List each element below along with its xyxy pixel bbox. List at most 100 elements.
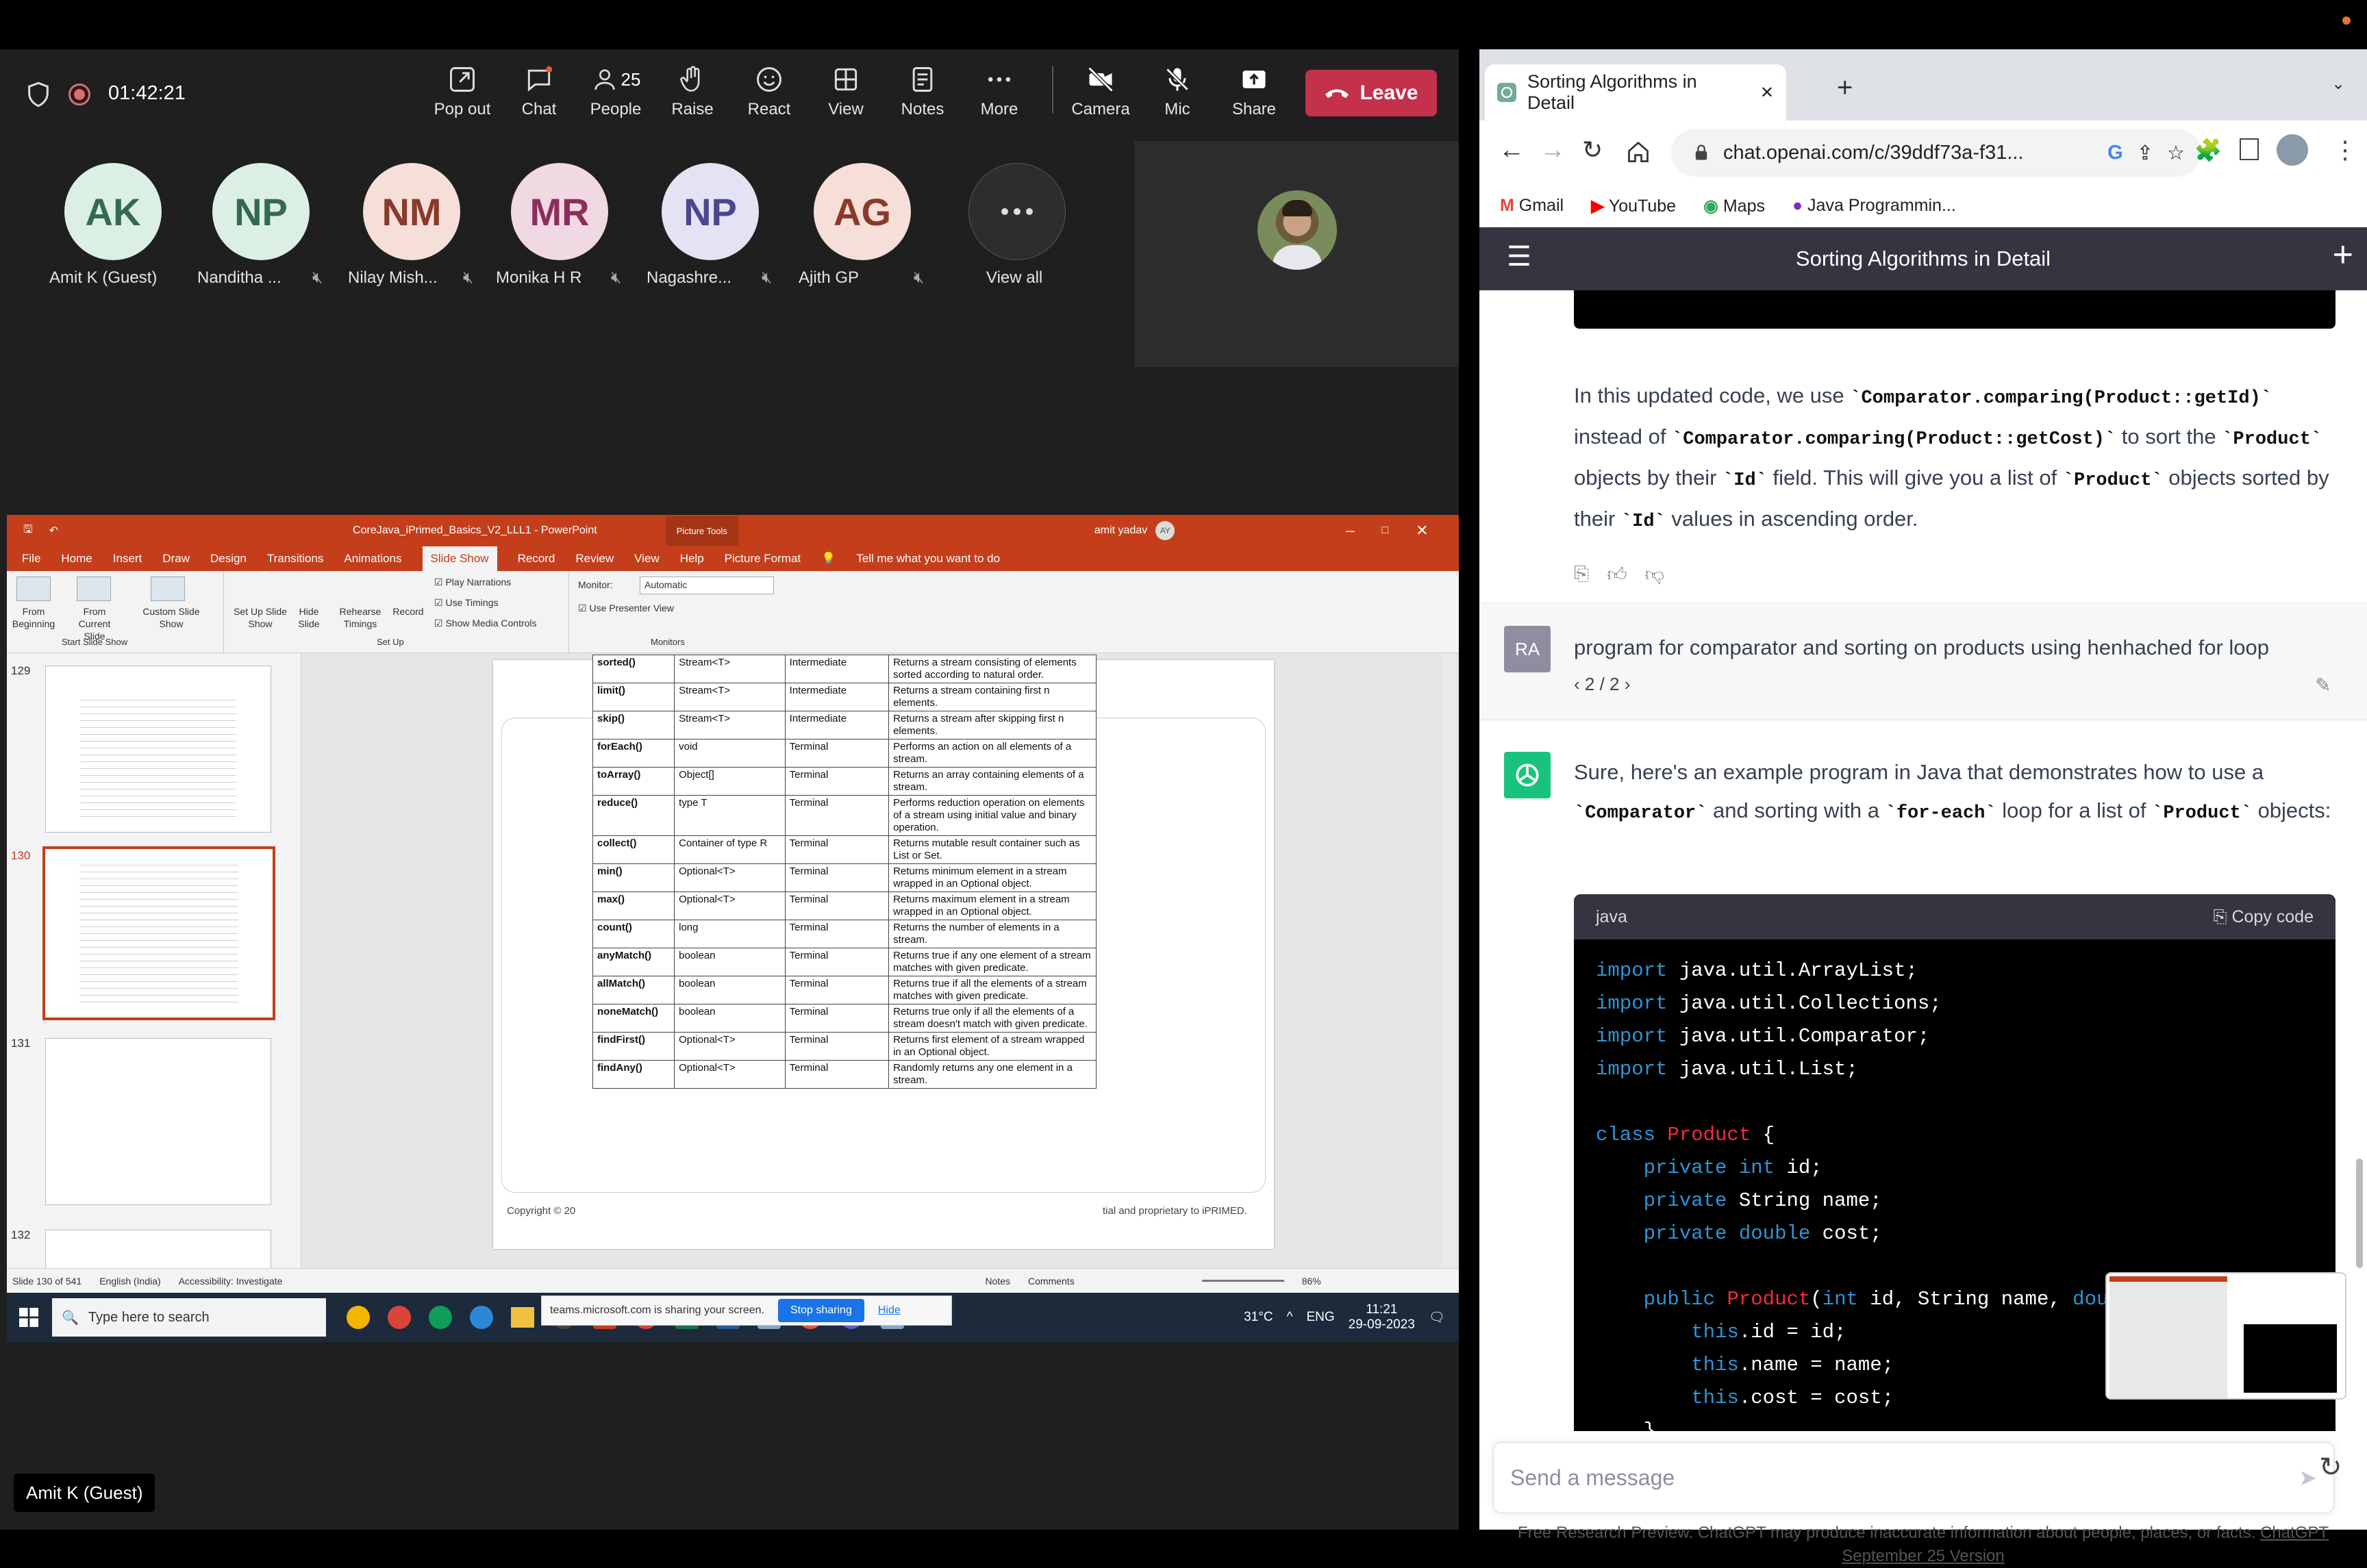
react-button[interactable]: React (731, 64, 807, 119)
ppt-tab[interactable]: File (22, 552, 40, 566)
copy-code-button[interactable]: ⎘ Copy code (2214, 907, 2314, 927)
chat-button[interactable]: Chat (501, 64, 577, 119)
minimize-icon[interactable]: – (1346, 522, 1354, 540)
bookmark-gmail[interactable]: M Gmail (1500, 196, 1564, 216)
ppt-tab[interactable]: Insert (113, 552, 142, 566)
bookmark-java[interactable]: ● Java Programmin... (1792, 196, 1956, 216)
popout-button[interactable]: Pop out (425, 64, 500, 119)
notifications-icon[interactable]: 🗨 (1429, 1309, 1445, 1326)
new-chat-icon[interactable]: + (2333, 237, 2353, 273)
chat-scrollbar[interactable] (2356, 1159, 2363, 1268)
new-tab-button[interactable]: + (1837, 74, 1853, 101)
notes-button[interactable]: Notes (885, 64, 960, 119)
ppt-tab[interactable]: Animations (344, 552, 401, 566)
presenter-view-checkbox[interactable]: ☑ Use Presenter View (578, 603, 674, 614)
send-icon[interactable]: ➤ (2299, 1465, 2317, 1491)
zoom-level[interactable]: 86% (1302, 1276, 1321, 1287)
chrome-icon[interactable] (429, 1306, 452, 1329)
chrome-menu-icon[interactable]: ⋮ (2333, 136, 2357, 164)
language-status[interactable]: English (India) (99, 1276, 161, 1287)
chrome-icon[interactable] (388, 1306, 411, 1329)
participant-avatar[interactable]: NP (662, 163, 759, 260)
tab-search-chevron-icon[interactable]: ⌄ (2331, 74, 2345, 94)
thumbs-down-icon[interactable]: 👎︎ (1645, 563, 1664, 586)
side-panel-icon[interactable] (2240, 138, 2259, 160)
save-icon[interactable]: 🖫 (23, 522, 33, 540)
view-all-button[interactable] (968, 163, 1066, 260)
home-icon[interactable] (1626, 140, 1651, 164)
from-beginning-button[interactable]: From Beginning (10, 605, 58, 630)
ppt-tab[interactable]: Help (680, 552, 704, 566)
stream-methods-table[interactable]: sorted() Stream<T> Intermediate Returns a s… (592, 655, 1097, 1089)
hide-slide-button[interactable]: Hide Slide (292, 605, 326, 630)
ppt-tab[interactable]: Design (210, 552, 247, 566)
google-lens-icon[interactable]: G (2107, 142, 2123, 164)
undo-icon[interactable]: ↶ (49, 524, 58, 538)
share-button[interactable]: Share (1216, 64, 1292, 119)
record-button[interactable]: Record (388, 605, 429, 618)
response-pager[interactable]: ‹ 2 / 2 › (1574, 674, 1630, 695)
monitor-select[interactable]: Automatic (640, 577, 774, 594)
participant-avatar[interactable]: MR (511, 163, 608, 260)
slide-thumbnail-selected[interactable] (42, 846, 275, 1020)
hide-share-bar-link[interactable]: Hide (878, 1304, 901, 1317)
taskbar-clock[interactable]: 11:21 29-09-2023 (1349, 1302, 1415, 1332)
more-button[interactable]: More (962, 64, 1037, 119)
raise-hand-button[interactable]: Raise (655, 64, 730, 119)
play-narrations-checkbox[interactable]: ☑ Play Narrations (434, 577, 511, 588)
participant-avatar[interactable]: AK (64, 163, 162, 260)
comments-toggle[interactable]: Comments (1028, 1276, 1075, 1287)
ppt-tab[interactable]: Home (61, 552, 92, 566)
reload-icon[interactable]: ↻ (1582, 136, 1603, 164)
copy-icon[interactable]: ⎘ (1574, 563, 1589, 586)
use-timings-checkbox[interactable]: ☑ Use Timings (434, 597, 498, 609)
ppt-tab[interactable]: Transitions (267, 552, 324, 566)
zoom-slider[interactable] (1201, 1280, 1284, 1282)
edge-icon[interactable] (470, 1306, 493, 1329)
bookmark-maps[interactable]: ◉ Maps (1703, 196, 1765, 216)
address-bar[interactable]: chat.openai.com/c/39ddf73a-f31... G ⇪ ☆ (1671, 129, 2201, 177)
vertical-scrollbar[interactable] (1442, 653, 1456, 1268)
media-controls-checkbox[interactable]: ☑ Show Media Controls (434, 618, 537, 629)
message-input[interactable]: Send a message ➤ (1493, 1442, 2334, 1513)
menu-hamburger-icon[interactable]: ☰ (1507, 241, 1531, 273)
mic-button[interactable]: Mic (1140, 64, 1215, 119)
edit-icon[interactable]: ✎ (2315, 674, 2331, 696)
ppt-tab[interactable]: View (634, 552, 660, 566)
thumbs-up-icon[interactable]: 👍︎ (1607, 563, 1627, 586)
ppt-tab[interactable]: Record (518, 552, 555, 566)
ppt-tab[interactable]: Draw (162, 552, 190, 566)
browser-tab-active[interactable]: Sorting Algorithms in Detail ✕ (1485, 64, 1786, 121)
share-page-icon[interactable]: ⇪ (2137, 141, 2153, 165)
file-explorer-icon[interactable] (511, 1307, 534, 1328)
slide-thumbnail[interactable] (45, 1038, 271, 1205)
slide-thumbnail[interactable] (45, 1230, 271, 1271)
ppt-tab-active[interactable]: Slide Show (422, 546, 497, 571)
leave-button[interactable]: Leave (1305, 70, 1437, 116)
participant-avatar[interactable]: NM (363, 163, 460, 260)
profile-avatar[interactable] (2277, 134, 2308, 166)
notes-toggle[interactable]: Notes (985, 1276, 1010, 1287)
tray-chevron-icon[interactable]: ^ (1287, 1310, 1293, 1325)
forward-icon[interactable]: → (1540, 136, 1566, 165)
camera-button[interactable]: Camera (1063, 64, 1138, 119)
people-button[interactable]: 25 People (578, 64, 653, 119)
window-preview-thumbnail[interactable] (2105, 1272, 2346, 1400)
close-tab-icon[interactable]: ✕ (1760, 83, 1774, 103)
accessibility-status[interactable]: Accessibility: Investigate (179, 1276, 283, 1287)
rehearse-timings-button[interactable]: Rehearse Timings (333, 605, 388, 630)
bookmark-star-icon[interactable]: ☆ (2167, 141, 2185, 165)
regenerate-icon[interactable]: ↻ (2319, 1452, 2342, 1483)
tell-me-box[interactable]: Tell me what you want to do (856, 552, 1000, 566)
ppt-tab[interactable]: Review (575, 552, 614, 566)
slide-thumbnail[interactable] (45, 666, 271, 833)
taskbar-search[interactable]: 🔍 Type here to search (52, 1298, 326, 1337)
restore-icon[interactable]: □ (1382, 524, 1389, 537)
participant-avatar[interactable]: AG (814, 163, 911, 260)
input-language[interactable]: ENG (1306, 1310, 1334, 1325)
setup-slideshow-button[interactable]: Set Up Slide Show (233, 605, 288, 630)
ppt-tab[interactable]: Picture Format (725, 552, 801, 566)
extensions-icon[interactable]: 🧩 (2194, 137, 2222, 163)
close-icon[interactable]: ✕ (1416, 522, 1428, 540)
taskbar-app-icon[interactable] (347, 1306, 370, 1329)
